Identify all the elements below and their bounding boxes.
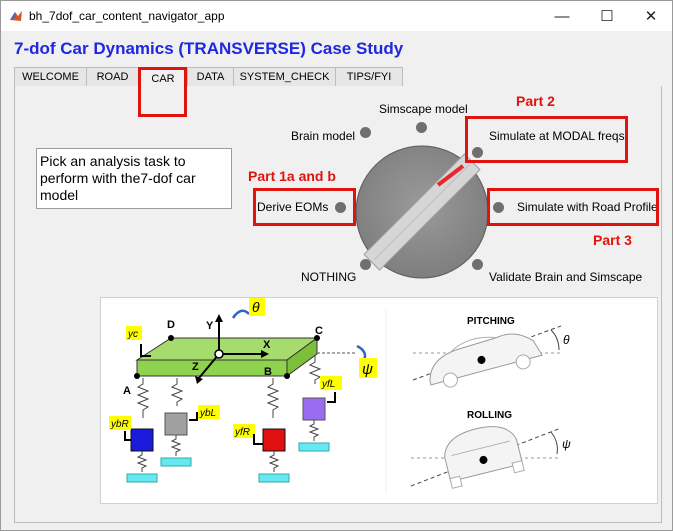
label-y: Y [206,320,214,332]
matlab-app-icon [9,9,23,23]
label-rolling: ROLLING [467,410,512,421]
option-brain-model[interactable]: Brain model [291,129,355,143]
road-pad-fl [298,442,330,452]
car-model-diagram: Y X Z D C A B θ ψ yc ybR ybL yfR yfL PIT… [100,297,658,504]
road-pad-rl [160,457,192,467]
wheel-rear-left [164,412,188,436]
option-simscape-model[interactable]: Simscape model [379,102,468,116]
spring-rear-right [136,378,150,418]
minimize-button[interactable]: — [540,1,584,31]
option-validate[interactable]: Validate Brain and Simscape [489,270,642,284]
label-theta-small: θ [563,333,570,347]
ybL-arrow [189,412,198,421]
spring-rear-left [170,378,184,406]
tab-data[interactable]: DATA [187,67,234,87]
psi-angle-arc [550,431,558,455]
tab-bar: WELCOME ROAD CAR DATA SYSTEM_CHECK TIPS/… [14,67,662,89]
part2-annotation: Part 2 [516,93,555,109]
label-c: C [315,325,323,337]
yfL-arrow [327,392,336,403]
y-axis-arrow [215,314,223,322]
tab-road[interactable]: ROAD [86,67,139,87]
task-prompt-textbox: Pick an analysis task to perform with th… [36,148,232,209]
spring-front-right [266,378,280,418]
label-a: A [123,385,131,397]
tire-spring-rl [170,435,182,456]
road-pad-fr [258,473,290,483]
window-title: bh_7dof_car_content_navigator_app [29,9,225,23]
tire-spring-rr [136,451,148,472]
label-yfR: yfR [234,427,250,438]
label-yfL: yfL [321,379,335,390]
car-model-illustration: Y X Z D C A B θ ψ yc ybR ybL yfR yfL PIT… [109,298,571,493]
corner-b [284,373,290,379]
cg-marker [214,349,224,359]
part1-annotation: Part 1a and b [248,168,336,184]
car-tab-highlight [138,67,187,117]
option-dot-brain-model[interactable] [360,127,371,138]
label-ybL: ybL [199,408,216,419]
corner-a [134,373,140,379]
yfR-arrow [253,434,263,445]
spring-front-left [308,356,322,384]
rolling-car-sketch [444,426,525,489]
corner-d [168,335,174,341]
label-yc: yc [127,329,138,340]
maximize-button[interactable]: ☐ [585,1,629,31]
part2-highlight [465,116,628,163]
label-z: Z [192,361,199,373]
pitch-arrow [231,309,250,319]
label-d: D [167,319,175,331]
tire-spring-fr [268,451,280,472]
tab-tips-fyi[interactable]: TIPS/FYI [335,67,403,87]
label-theta: θ [252,299,260,315]
close-button[interactable]: ✕ [629,1,673,31]
label-ybR: ybR [110,419,129,430]
tab-welcome[interactable]: WELCOME [14,67,87,87]
label-pitching: PITCHING [467,316,515,327]
wheel-front-left [302,397,326,421]
label-psi-small: ψ [562,437,571,451]
pitching-car-sketch [429,333,543,388]
app-heading: 7-dof Car Dynamics (TRANSVERSE) Case Stu… [14,39,404,58]
part1-highlight [253,188,356,226]
option-dot-nothing[interactable] [360,259,371,270]
title-bar: bh_7dof_car_content_navigator_app — ☐ ✕ [1,1,672,31]
label-x: X [263,339,271,351]
wheel-front-right [262,428,286,452]
option-dot-validate[interactable] [472,259,483,270]
part3-highlight [487,188,659,226]
tab-system-check[interactable]: SYSTEM_CHECK [233,67,336,87]
label-b: B [264,366,272,378]
part3-annotation: Part 3 [593,232,632,248]
label-psi: ψ [362,361,373,378]
road-pad-rr [126,473,158,483]
theta-angle-arc [550,329,560,351]
app-window: bh_7dof_car_content_navigator_app — ☐ ✕ … [0,0,673,531]
wheel-rear-right [130,428,154,452]
option-dot-simscape-model[interactable] [416,122,427,133]
ybR-arrow [124,431,131,441]
analysis-task-knob[interactable] [353,143,491,281]
car-body-top [135,337,319,361]
option-nothing[interactable]: NOTHING [301,270,356,284]
tire-spring-fl [308,420,320,441]
